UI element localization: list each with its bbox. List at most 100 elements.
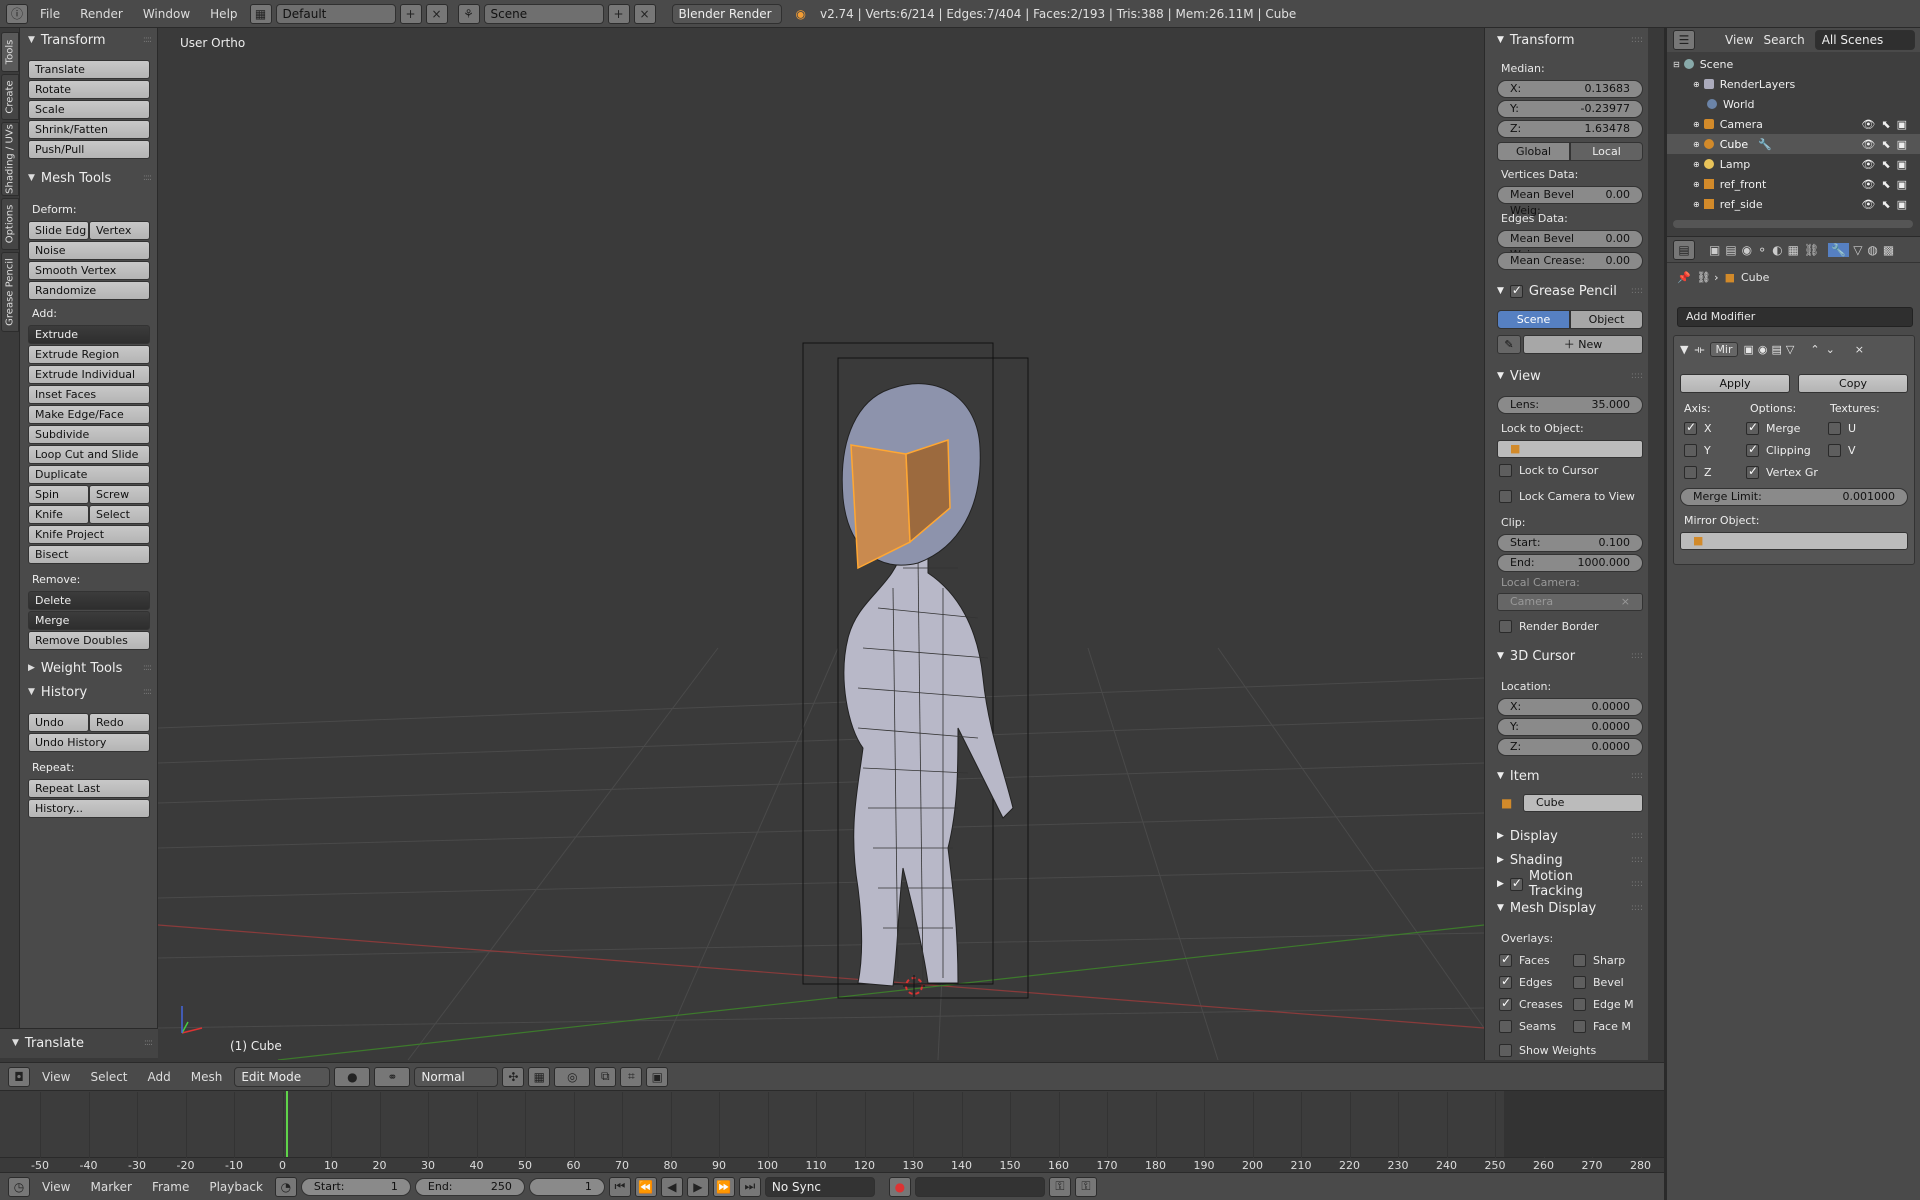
- visibility-icons[interactable]: 👁⬉▣: [1861, 198, 1913, 211]
- local-toggle[interactable]: Local: [1570, 142, 1643, 161]
- play-reverse-icon[interactable]: ◀: [660, 1176, 683, 1197]
- motion-tracking-header[interactable]: ▶Motion Tracking::::: [1497, 869, 1643, 899]
- context-tabs-more-icons[interactable]: ▽◍▩: [1853, 243, 1899, 257]
- lens-field[interactable]: Lens: 35.000: [1497, 396, 1643, 414]
- tab-shading-uvs[interactable]: Shading / UVs: [1, 122, 19, 196]
- local-camera-field[interactable]: Camera ×: [1497, 593, 1643, 611]
- remove-modifier-icon[interactable]: ×: [1855, 343, 1864, 356]
- spin-button[interactable]: Spin: [28, 485, 89, 504]
- add-modifier-dropdown[interactable]: Add Modifier: [1677, 307, 1913, 327]
- copy-button[interactable]: Copy: [1798, 374, 1908, 393]
- grip-icon[interactable]: ::::: [143, 35, 152, 45]
- record-icon[interactable]: ●: [888, 1176, 911, 1197]
- clip-end-field[interactable]: End: 1000.000: [1497, 554, 1643, 572]
- randomize-button[interactable]: Randomize: [28, 281, 150, 300]
- tl-menu-playback[interactable]: Playback: [201, 1180, 271, 1194]
- undo-button[interactable]: Undo: [28, 713, 89, 732]
- add-scene-icon[interactable]: +: [607, 3, 630, 24]
- tl-menu-frame[interactable]: Frame: [144, 1180, 197, 1194]
- add-layout-icon[interactable]: +: [399, 3, 422, 24]
- menu-window[interactable]: Window: [135, 7, 198, 21]
- tab-tools[interactable]: Tools: [1, 32, 19, 72]
- wrench-icon[interactable]: 🔧: [1758, 138, 1772, 151]
- edges-checkbox[interactable]: [1499, 974, 1512, 989]
- play-icon[interactable]: ▶: [686, 1176, 709, 1197]
- tab-options[interactable]: Options: [1, 198, 19, 250]
- viewport-editor-icon[interactable]: ◘: [8, 1066, 30, 1087]
- item-name-field[interactable]: Cube: [1523, 794, 1643, 812]
- preview-range-icon[interactable]: ◔: [274, 1176, 297, 1197]
- push-pull-button[interactable]: Push/Pull: [28, 140, 150, 159]
- vp-menu-view[interactable]: View: [34, 1070, 78, 1084]
- duplicate-button[interactable]: Duplicate: [28, 465, 150, 484]
- visibility-icons[interactable]: 👁⬉▣: [1861, 138, 1913, 151]
- jump-end-icon[interactable]: ⏭: [738, 1176, 761, 1197]
- bevel-checkbox[interactable]: [1573, 976, 1586, 989]
- tl-menu-marker[interactable]: Marker: [82, 1180, 139, 1194]
- pencil-icon[interactable]: ✎: [1497, 335, 1521, 354]
- 3d-viewport[interactable]: User Ortho (1) Cube: [158, 28, 1484, 1060]
- outliner-item-lamp[interactable]: ⊕ Lamp 👁⬉▣: [1667, 154, 1920, 174]
- scene-icon[interactable]: ⚘: [457, 3, 480, 24]
- layout-field[interactable]: Default: [275, 3, 396, 24]
- insert-keyframe-icon[interactable]: ⚿: [1048, 1176, 1071, 1197]
- timeline[interactable]: -50 -40 -30 -20 -10 0 10 20 30 40 50 60 70 80 90 100 110…: [0, 1090, 1664, 1173]
- pin-icon[interactable]: 📌: [1677, 271, 1691, 284]
- extrude-dropdown[interactable]: Extrude: [28, 325, 150, 344]
- transform-orientation-select[interactable]: Normal: [414, 1066, 499, 1087]
- loop-cut-button[interactable]: Loop Cut and Slide: [28, 445, 150, 464]
- texture-v-checkbox[interactable]: [1828, 444, 1841, 457]
- prev-key-icon[interactable]: ⏪: [634, 1176, 657, 1197]
- scale-button[interactable]: Scale: [28, 100, 150, 119]
- extrude-individual-button[interactable]: Extrude Individual: [28, 365, 150, 384]
- global-toggle[interactable]: Global: [1497, 142, 1570, 161]
- edge-bevel-field[interactable]: Mean Bevel Weig:0.00: [1497, 230, 1643, 261]
- bisect-button[interactable]: Bisect: [28, 545, 150, 564]
- cursor-x-field[interactable]: X: 0.0000: [1497, 698, 1643, 716]
- item-header[interactable]: ▼ Item::::: [1497, 766, 1643, 786]
- shrink-fatten-button[interactable]: Shrink/Fatten: [28, 120, 150, 139]
- modifier-tab-wrench-icon[interactable]: 🔧: [1828, 242, 1850, 257]
- vertex-groups-checkbox[interactable]: [1746, 464, 1759, 479]
- median-x-field[interactable]: X: 0.13683: [1497, 80, 1643, 98]
- modifier-visibility-icons[interactable]: ▣◉▤▽: [1744, 343, 1799, 356]
- median-z-field[interactable]: Z: 1.63478: [1497, 120, 1643, 138]
- tl-menu-view[interactable]: View: [34, 1180, 78, 1194]
- weight-tools-header[interactable]: ▶ Weight Tools::::: [28, 658, 152, 678]
- outliner-item-cube[interactable]: ⊕ Cube 🔧 👁⬉▣: [1667, 134, 1920, 154]
- clear-icon[interactable]: ×: [1621, 594, 1630, 610]
- current-frame-field[interactable]: 1: [528, 1177, 605, 1196]
- knife-project-button[interactable]: Knife Project: [28, 525, 150, 544]
- slide-edge-button[interactable]: Slide Edg: [28, 221, 89, 240]
- pivot-select-icon[interactable]: ⚭: [374, 1066, 411, 1087]
- repeat-last-button[interactable]: Repeat Last: [28, 779, 150, 798]
- lock-cursor-checkbox[interactable]: [1499, 464, 1512, 477]
- knife-button[interactable]: Knife: [28, 505, 89, 524]
- outliner-search-menu[interactable]: Search: [1763, 33, 1804, 47]
- visibility-icons[interactable]: 👁⬉▣: [1861, 178, 1913, 191]
- gp-object-toggle[interactable]: Object: [1570, 310, 1643, 329]
- rotate-button[interactable]: Rotate: [28, 80, 150, 99]
- cursor-z-field[interactable]: Z: 0.0000: [1497, 738, 1643, 756]
- knife-select-button[interactable]: Select: [89, 505, 150, 524]
- start-frame-field[interactable]: Start: 1: [300, 1177, 411, 1196]
- extrude-region-button[interactable]: Extrude Region: [28, 345, 150, 364]
- median-y-field[interactable]: Y: -0.23977: [1497, 100, 1643, 118]
- vertex-bevel-field[interactable]: Mean Bevel Weig: 0.00: [1497, 186, 1643, 217]
- shading-select-icon[interactable]: ●: [334, 1066, 371, 1087]
- outliner-filter-select[interactable]: All Scenes: [1814, 30, 1915, 50]
- proportional-edit-icon[interactable]: ◎: [554, 1066, 591, 1087]
- snap-target-icon[interactable]: ⌗: [620, 1066, 643, 1087]
- menu-help[interactable]: Help: [202, 7, 245, 21]
- delete-dropdown[interactable]: Delete: [28, 591, 150, 610]
- gp-new-button[interactable]: ＋ New: [1523, 335, 1643, 354]
- outliner-item-ref-front[interactable]: ⊕ ref_front 👁⬉▣: [1667, 174, 1920, 194]
- redo-button[interactable]: Redo: [89, 713, 150, 732]
- outliner-editor-icon[interactable]: ☰: [1673, 30, 1695, 50]
- grease-pencil-checkbox[interactable]: [1509, 283, 1523, 298]
- face-marks-checkbox[interactable]: [1573, 1020, 1586, 1033]
- noise-button[interactable]: Noise: [28, 241, 150, 260]
- make-edge-face-button[interactable]: Make Edge/Face: [28, 405, 150, 424]
- layout-grid-icon[interactable]: ▦: [249, 3, 272, 24]
- 3d-cursor-icon[interactable]: [903, 975, 925, 997]
